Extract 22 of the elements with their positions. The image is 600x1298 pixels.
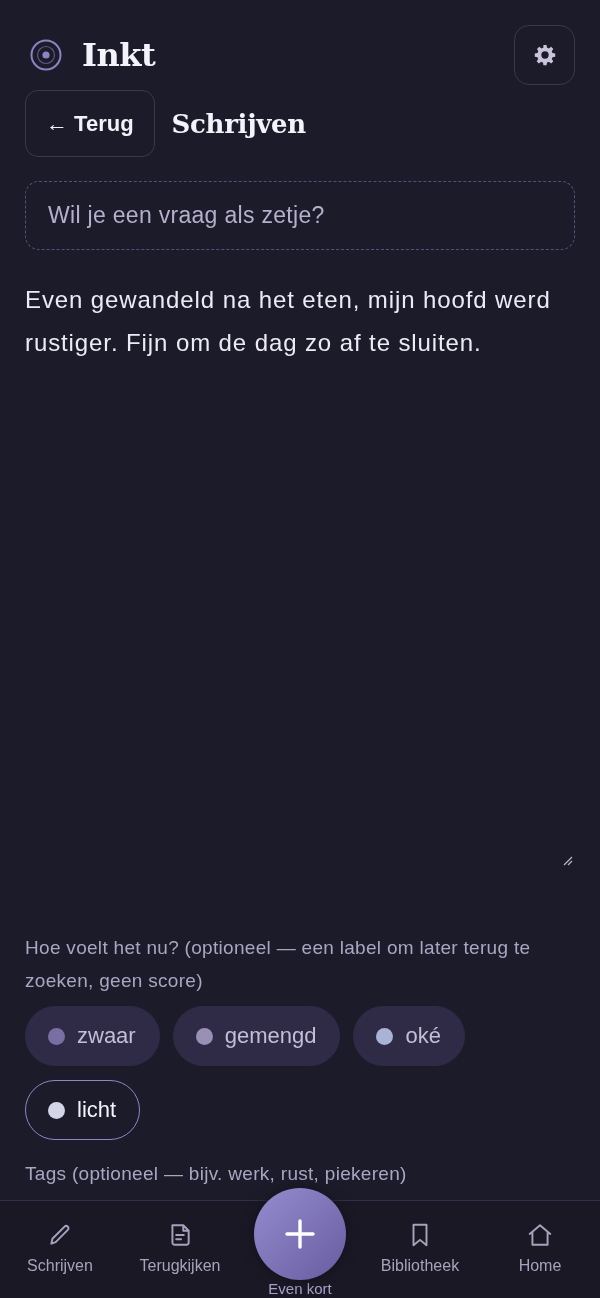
nav-tab[interactable]: Schrijven <box>25 1222 95 1275</box>
nav-tab[interactable]: Terugkijken <box>137 1222 223 1275</box>
mood-chip[interactable]: gemengd <box>172 1006 341 1066</box>
mood-question-label: Hoe voelt het nu? (optioneel — een label om later terug te zoeken, geen score) <box>25 936 532 993</box>
resize-handle-icon[interactable] <box>563 856 573 866</box>
home-icon <box>527 1222 553 1248</box>
prompt-suggestion-button[interactable]: Wil je een vraag als zetje? <box>25 181 575 250</box>
back-button[interactable]: ← Terug <box>25 90 155 157</box>
nav-tab[interactable]: Bibliotheek <box>378 1222 462 1275</box>
plus-icon <box>254 1188 346 1280</box>
tags-label: Tags (optioneel — bijv. werk, rust, piekeren) <box>25 1162 408 1186</box>
settings-icon <box>533 44 556 66</box>
mood-chip[interactable]: licht <box>25 1080 141 1140</box>
mood-chip[interactable]: zwaar <box>25 1006 160 1066</box>
quick-entry-button[interactable]: Even kort <box>254 1188 346 1297</box>
page-title: Schrijven <box>171 108 306 139</box>
nav-tab[interactable]: Home <box>516 1222 564 1275</box>
target-logo-icon <box>30 39 62 71</box>
app-logo-text: Inkt <box>82 35 156 75</box>
mood-chip[interactable]: oké <box>353 1006 465 1066</box>
journal-entry-field[interactable]: Even gewandeld na het eten, mijn hoofd werd rustiger. Fijn om de dag zo af te sluiten. <box>25 270 575 870</box>
settings-button[interactable] <box>514 25 575 85</box>
